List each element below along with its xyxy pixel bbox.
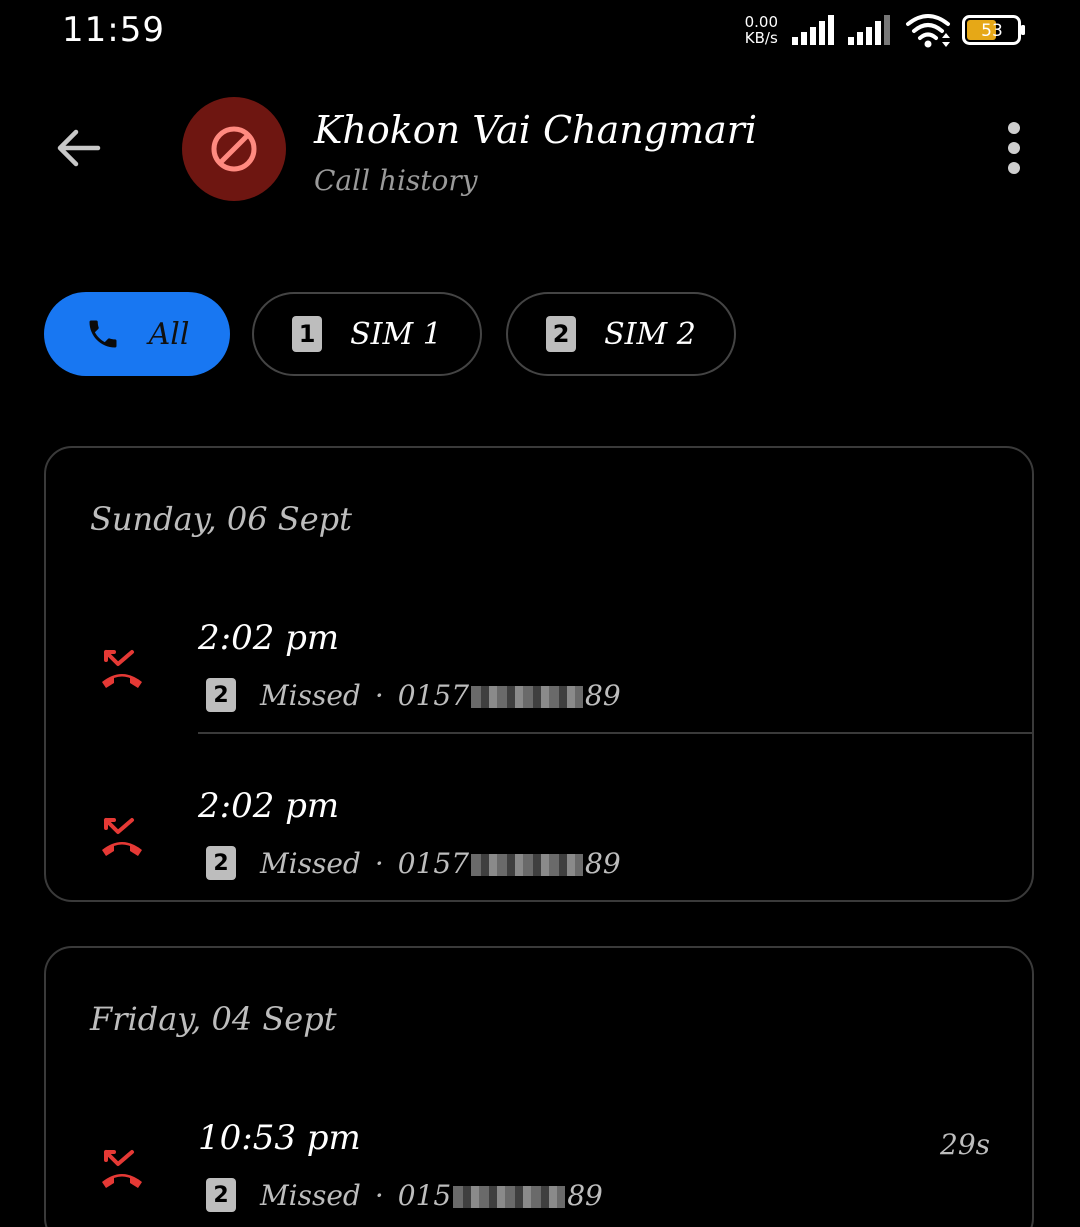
call-group-card: Sunday, 06 Sept 2:02 pm 2 Missed · 0157 8…: [44, 446, 1034, 902]
contact-avatar[interactable]: [182, 97, 286, 201]
missed-call-icon: [102, 818, 142, 856]
call-log-row[interactable]: 2:02 pm 2 Missed · 0157 89: [46, 768, 1032, 898]
status-icons: 0.00 KB/s 53: [745, 12, 1025, 48]
group-date: Friday, 04 Sept: [90, 1000, 337, 1038]
call-log-row[interactable]: 10:53 pm 29s 2 Missed · 015 89: [46, 1100, 1032, 1227]
call-type: Missed: [260, 1178, 361, 1212]
phone-number-prefix: 015: [397, 1178, 452, 1212]
signal-sim2-icon: [848, 15, 894, 45]
dot-icon: [1008, 142, 1020, 154]
phone-number-suffix: 89: [585, 846, 621, 880]
phone-number: 0157 89: [398, 847, 621, 880]
sim2-icon: 2: [206, 1178, 236, 1212]
status-bar: 11:59 0.00 KB/s 53: [0, 0, 1080, 60]
call-time: 10:53 pm: [198, 1118, 361, 1158]
call-detail: 2 Missed · 015 89: [206, 1178, 603, 1212]
battery-level: 53: [981, 21, 1003, 41]
phone-number: 0157 89: [398, 679, 621, 712]
redacted-digits: [471, 854, 584, 876]
status-time: 11:59: [62, 10, 165, 50]
arrow-left-icon: [57, 129, 101, 167]
phone-number-suffix: 89: [567, 1178, 603, 1212]
phone-number-prefix: 0157: [397, 678, 470, 712]
filter-all-label: All: [148, 316, 190, 352]
phone-number-prefix: 0157: [397, 846, 470, 880]
network-speed: 0.00 KB/s: [745, 14, 778, 46]
call-detail: 2 Missed · 0157 89: [206, 846, 621, 880]
more-options-button[interactable]: [990, 120, 1038, 176]
filter-sim2-chip[interactable]: 2 SIM 2: [506, 292, 736, 376]
group-date: Sunday, 06 Sept: [90, 500, 352, 538]
call-time: 2:02 pm: [198, 618, 340, 658]
call-type: Missed: [260, 846, 361, 880]
call-detail: 2 Missed · 0157 89: [206, 678, 621, 712]
sim2-icon: 2: [206, 846, 236, 880]
filter-sim2-label: SIM 2: [604, 316, 696, 352]
separator-dot: ·: [374, 678, 384, 712]
filter-all-chip[interactable]: All: [44, 292, 230, 376]
call-log-row[interactable]: 2:02 pm 2 Missed · 0157 89: [46, 600, 1032, 730]
phone-icon: [89, 320, 117, 348]
filter-sim1-label: SIM 1: [350, 316, 442, 352]
redacted-digits: [453, 1186, 566, 1208]
back-button[interactable]: [50, 120, 106, 176]
row-divider: [198, 732, 1032, 734]
dot-icon: [1008, 162, 1020, 174]
dot-icon: [1008, 122, 1020, 134]
call-history-screen: 11:59 0.00 KB/s 53 Khokon Vai Changmari …: [0, 0, 1080, 1227]
phone-number: 015 89: [398, 1179, 603, 1212]
call-time: 2:02 pm: [198, 786, 340, 826]
missed-call-icon: [102, 650, 142, 688]
battery-icon: 53: [962, 15, 1025, 45]
missed-call-icon: [102, 1150, 142, 1188]
signal-sim1-icon: [792, 15, 838, 45]
sim2-icon: 2: [206, 678, 236, 712]
call-group-card: Friday, 04 Sept 10:53 pm 29s 2 Missed · …: [44, 946, 1034, 1227]
network-speed-value: 0.00: [744, 13, 778, 31]
network-speed-unit: KB/s: [744, 29, 778, 47]
filter-sim1-chip[interactable]: 1 SIM 1: [252, 292, 482, 376]
wifi-icon: [904, 12, 952, 48]
page-subtitle: Call history: [314, 164, 478, 197]
separator-dot: ·: [374, 846, 384, 880]
call-type: Missed: [260, 678, 361, 712]
blocked-icon: [211, 126, 257, 172]
contact-name: Khokon Vai Changmari: [314, 108, 758, 152]
call-duration: 29s: [940, 1128, 990, 1161]
redacted-digits: [471, 686, 584, 708]
contact-header: Khokon Vai Changmari Call history: [0, 90, 1080, 210]
separator-dot: ·: [374, 1178, 384, 1212]
sim1-icon: 1: [292, 316, 323, 352]
phone-number-suffix: 89: [585, 678, 621, 712]
sim2-icon: 2: [546, 316, 577, 352]
